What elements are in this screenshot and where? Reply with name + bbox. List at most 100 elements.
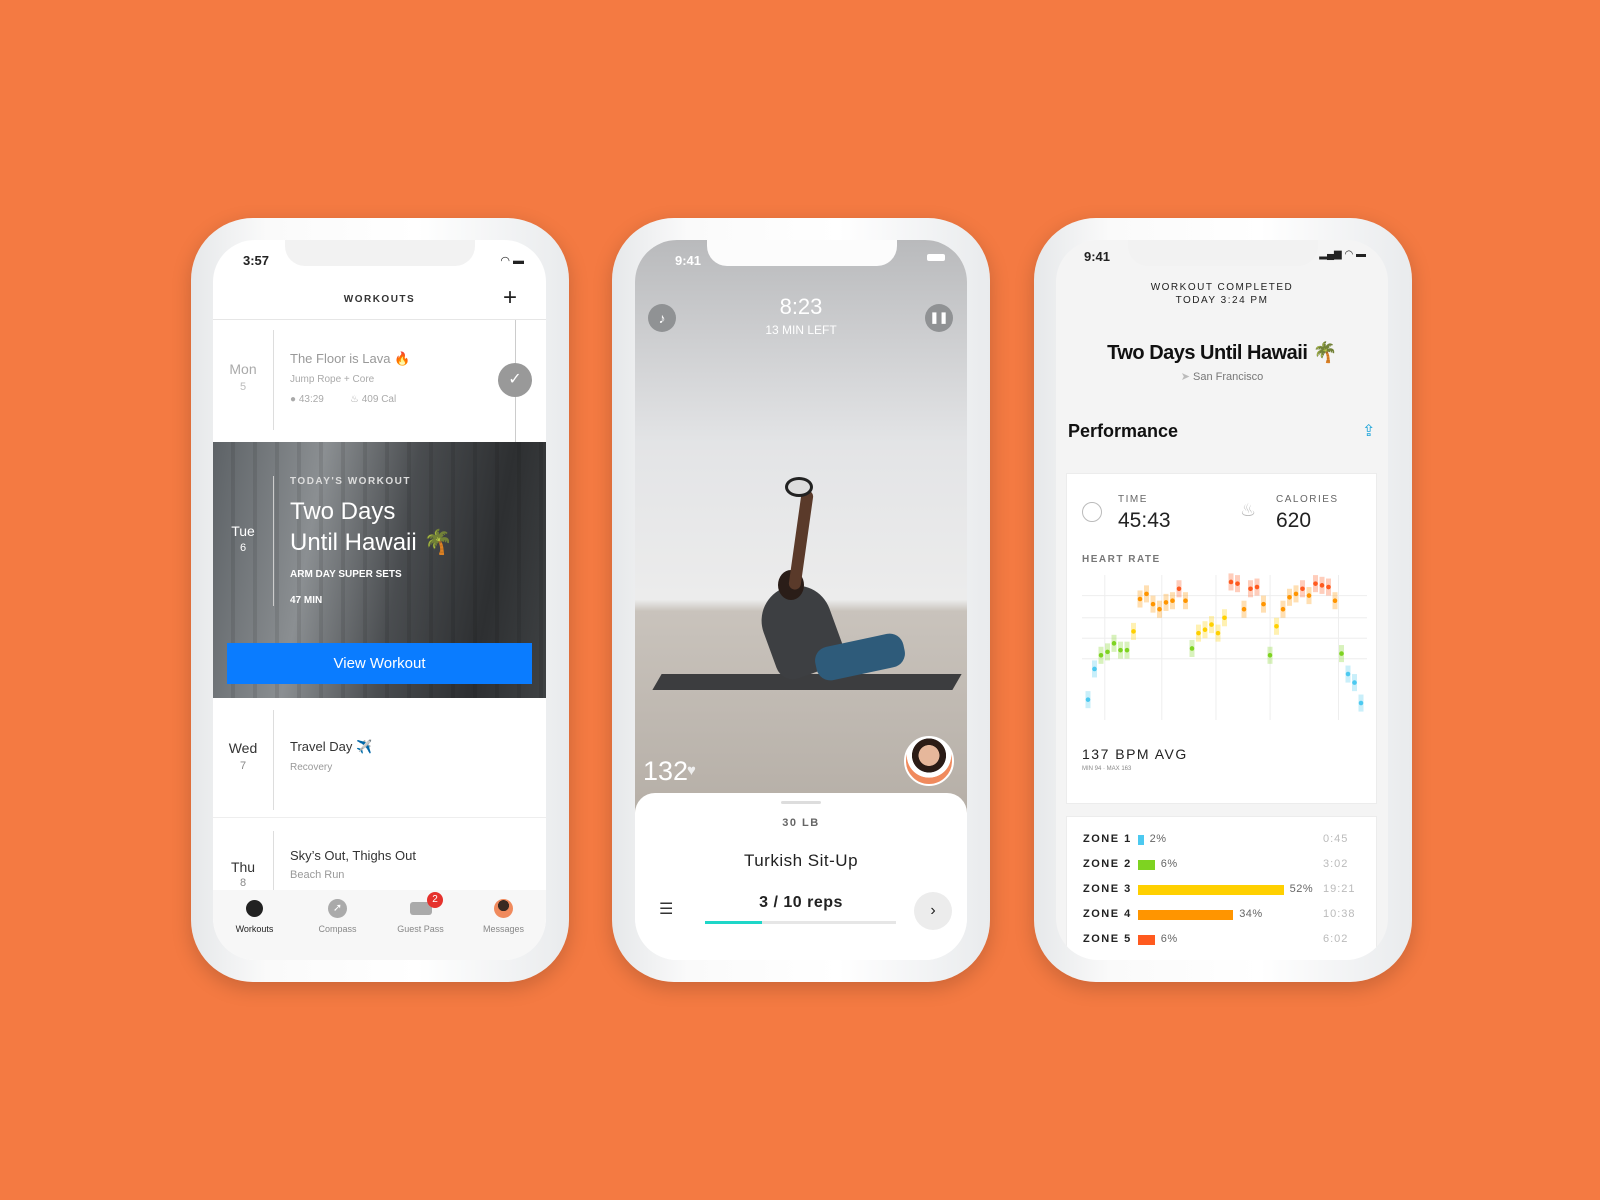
wifi-battery-icon: ◠ ▬ <box>500 255 524 267</box>
summary-screen: 9:41 ▂▄▆ ◠ ▬ WORKOUT COMPLETED TODAY 3:2… <box>1056 240 1388 960</box>
zone-bar <box>1138 885 1284 895</box>
location-text: San Francisco <box>1192 371 1264 383</box>
heart-rate-value: 132 <box>643 756 689 786</box>
heart-rate-point <box>1222 615 1227 621</box>
clock-icon: ● <box>290 394 297 405</box>
tab-messages[interactable]: Messages <box>462 890 545 960</box>
heart-rate-point <box>1293 591 1299 597</box>
status-time: 3:57 <box>243 253 270 268</box>
tab-compass[interactable]: ➚ Compass <box>296 890 379 960</box>
zone-bar <box>1138 860 1155 870</box>
heart-rate-point <box>1261 601 1266 607</box>
exercise-name: Turkish Sit-Up <box>743 851 859 870</box>
stopwatch-icon <box>246 900 263 917</box>
featured-workout-card[interactable]: Tue 6 TODAY'S WORKOUT Two Days Until Haw… <box>213 442 546 698</box>
zone-label: ZONE 1 <box>1083 833 1132 845</box>
workout-title: Travel Day ✈️ <box>290 739 373 754</box>
heart-rate-point <box>1098 652 1104 658</box>
heart-rate-point <box>1352 680 1357 685</box>
workout-duration: ● 43:29 <box>290 394 324 405</box>
workout-row-mon[interactable]: Mon 5 The Floor is Lava 🔥 Jump Rope + Co… <box>213 320 546 442</box>
athlete-arm <box>788 489 814 591</box>
min-max-bpm: MIN 94 · MAX 163 <box>1082 766 1132 772</box>
heart-rate-point <box>1111 641 1117 646</box>
heart-rate-point <box>1280 606 1286 612</box>
heart-rate-point <box>1118 647 1123 653</box>
workout-subtitle: ARM DAY SUPER SETS <box>290 569 402 580</box>
heart-rate-point <box>1163 600 1169 605</box>
heart-rate-point <box>1215 630 1221 636</box>
location-arrow-icon: ➤ <box>1180 371 1190 383</box>
timer: 8:23 <box>779 294 823 319</box>
zone-percent: 6% <box>1160 933 1178 945</box>
heart-rate-point <box>1183 598 1188 604</box>
tab-guest-pass[interactable]: 2 Guest Pass <box>379 890 462 960</box>
sheet-handle[interactable] <box>781 801 821 804</box>
heart-rate-point <box>1105 649 1110 655</box>
heart-rate-point <box>1235 581 1240 586</box>
zone-row: ZONE 2 6% 3:02 <box>1067 856 1378 874</box>
zone-row: ZONE 3 52% 19:21 <box>1067 881 1378 899</box>
heart-rate-point <box>1157 606 1162 612</box>
zone-label: ZONE 3 <box>1083 883 1132 895</box>
status-time: 9:41 <box>675 253 702 268</box>
workout-row-thu[interactable]: Thu 8 Sky’s Out, Thighs Out Beach Run <box>213 819 546 891</box>
completed-label: WORKOUT COMPLETED <box>1150 282 1294 293</box>
heart-rate-point <box>1300 586 1305 592</box>
notch <box>285 240 475 266</box>
zone-bar <box>1138 935 1155 945</box>
heart-rate-point <box>1267 652 1273 658</box>
calories-value: 620 <box>1276 509 1312 532</box>
completed-time: TODAY 3:24 PM <box>1175 295 1269 306</box>
heart-rate-point <box>1150 601 1156 607</box>
eyebrow-label: TODAY'S WORKOUT <box>290 476 411 487</box>
duration-value: 43:29 <box>298 394 324 405</box>
zone-bar <box>1138 910 1234 920</box>
tab-label: Messages <box>482 924 525 934</box>
time-label: TIME <box>1118 494 1148 505</box>
heart-rate-point <box>1202 627 1208 633</box>
day-date: 7 <box>239 760 247 772</box>
zone-time: 0:45 <box>1323 833 1349 845</box>
heart-rate-point <box>1176 586 1182 592</box>
workout-subtitle: Beach Run <box>290 869 345 881</box>
performance-card: TIME 45:43 ♨ CALORIES 620 HEART RATE 137… <box>1066 473 1377 804</box>
zone-percent: 6% <box>1160 858 1178 870</box>
reps-progress-bar <box>705 921 896 924</box>
calories-label: CALORIES <box>1276 494 1339 505</box>
reps-progress-fill <box>705 921 763 924</box>
check-icon[interactable]: ✓ <box>498 363 532 397</box>
trainer-avatar[interactable] <box>904 736 954 786</box>
day-date: 5 <box>239 381 247 393</box>
next-button[interactable]: › <box>914 892 952 930</box>
heart-rate-point <box>1196 630 1201 636</box>
day-date: 8 <box>239 877 247 889</box>
zone-time: 6:02 <box>1323 933 1349 945</box>
heart-rate-point <box>1339 651 1344 656</box>
list-icon[interactable]: ☰ <box>659 899 673 919</box>
heart-rate-point <box>1248 586 1253 592</box>
heart-rate-point <box>1092 666 1097 672</box>
workout-duration: 47 MIN <box>290 595 323 606</box>
workout-row-wed[interactable]: Wed 7 Travel Day ✈️ Recovery <box>213 698 546 818</box>
workout-title: Two Days Until Hawaii 🌴 <box>1107 342 1337 364</box>
zone-row: ZONE 5 6% 6:02 <box>1067 931 1378 949</box>
zone-label: ZONE 5 <box>1083 933 1132 945</box>
section-title: Performance <box>1068 421 1179 441</box>
heart-rate-point <box>1306 593 1312 598</box>
heart-rate-point <box>1228 579 1234 585</box>
heart-rate-point <box>1326 584 1331 590</box>
heart-rate-point <box>1254 584 1260 590</box>
view-workout-button[interactable]: View Workout <box>227 643 532 684</box>
tab-workouts[interactable]: Workouts <box>213 890 296 960</box>
plus-icon[interactable]: + <box>503 284 517 312</box>
yoga-mat <box>652 674 962 690</box>
heart-rate-point <box>1189 646 1195 651</box>
workout-subtitle: Recovery <box>290 762 333 773</box>
share-icon[interactable]: ⇪ <box>1362 421 1375 441</box>
workout-title: The Floor is Lava 🔥 <box>290 351 411 366</box>
calories-value: 409 Cal <box>361 394 397 405</box>
exercise-sheet: 30 LB Turkish Sit-Up 3 / 10 reps ☰ › <box>635 793 967 960</box>
notch <box>707 240 897 266</box>
day-name: Mon <box>229 361 257 377</box>
